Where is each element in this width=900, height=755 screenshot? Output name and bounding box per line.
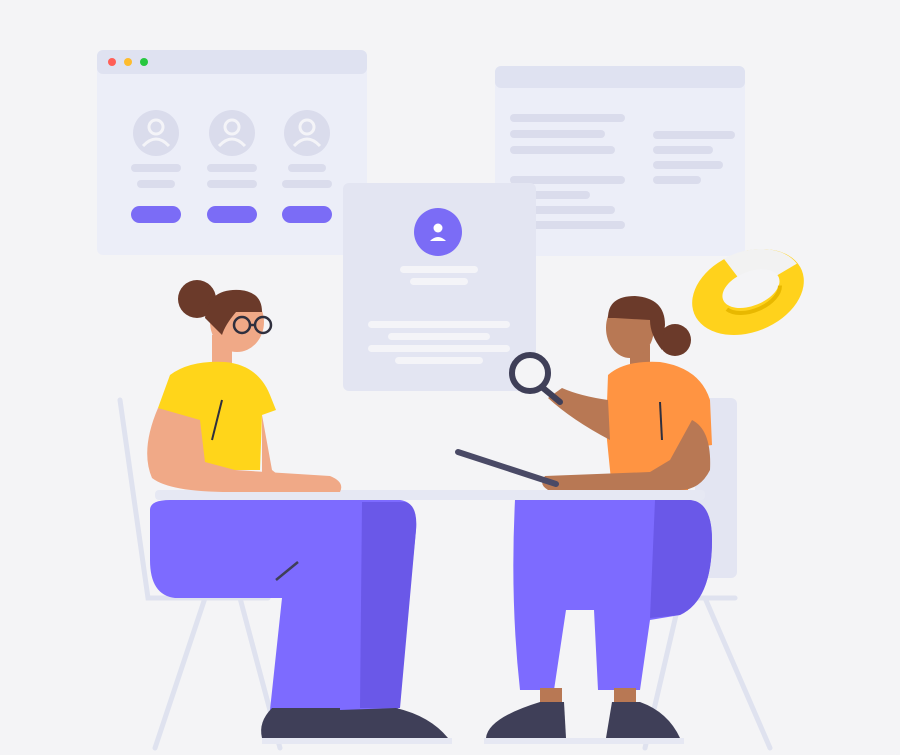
text-line xyxy=(395,357,483,364)
left-shoe xyxy=(486,702,566,738)
text-line xyxy=(653,176,701,184)
illustration-canvas xyxy=(0,0,900,755)
magnifier-icon xyxy=(509,352,563,405)
text-line xyxy=(510,114,625,122)
maximize-dot-icon xyxy=(140,58,148,66)
minimize-dot-icon xyxy=(124,58,132,66)
profile-card xyxy=(343,183,536,391)
text-line xyxy=(510,130,605,138)
right-shoe xyxy=(340,708,448,738)
text-line xyxy=(653,131,735,139)
text-line xyxy=(368,345,510,352)
name-placeholder xyxy=(400,266,478,273)
name-placeholder xyxy=(207,164,257,172)
text-line xyxy=(653,146,713,154)
text-line xyxy=(368,321,510,328)
text-line xyxy=(510,176,625,184)
role-placeholder xyxy=(137,180,175,188)
role-placeholder xyxy=(410,278,468,285)
interview-illustration xyxy=(97,50,804,751)
tablet-icon xyxy=(455,449,559,487)
role-placeholder xyxy=(207,180,257,188)
card-action-button xyxy=(131,206,181,223)
window-titlebar xyxy=(495,66,745,88)
card-action-button xyxy=(282,206,332,223)
left-shoe xyxy=(261,708,340,738)
name-placeholder xyxy=(131,164,181,172)
close-dot-icon xyxy=(108,58,116,66)
role-placeholder xyxy=(282,180,332,188)
text-line xyxy=(388,333,490,340)
text-line xyxy=(653,161,723,169)
window-titlebar xyxy=(97,50,367,74)
text-line xyxy=(510,146,615,154)
user-cards-window xyxy=(97,50,367,255)
card-action-button xyxy=(207,206,257,223)
right-shoe xyxy=(606,702,680,738)
name-placeholder xyxy=(288,164,326,172)
